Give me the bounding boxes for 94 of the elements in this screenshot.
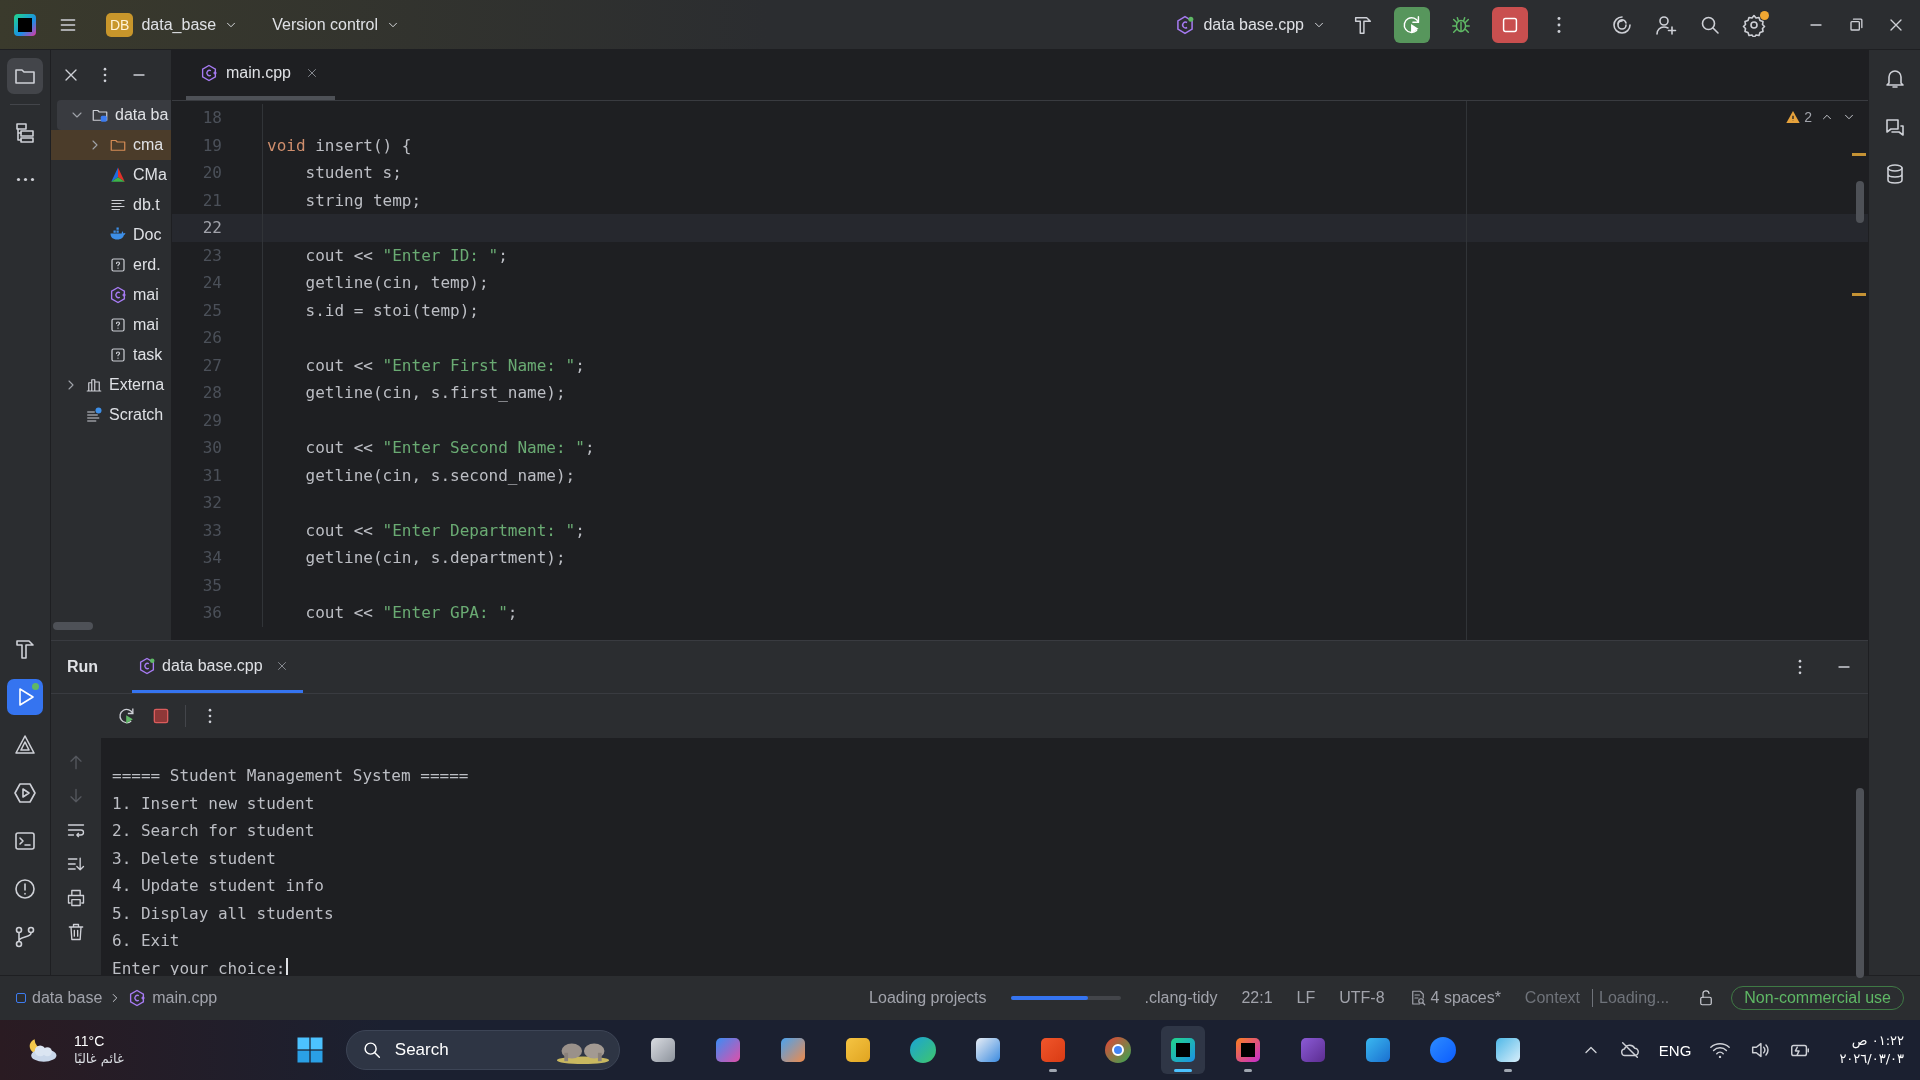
tree-item[interactable]: erd. [51,250,171,280]
console-line: 1. Insert new student [112,792,315,815]
scratch-icon [85,406,103,424]
run-panel-title: Run [67,658,99,676]
settings-icon[interactable] [1742,12,1766,37]
scrollbar-thumb[interactable] [1856,788,1864,978]
warning-count[interactable]: 2 [1785,109,1812,125]
cpp-file-icon [1175,14,1196,35]
code-line: cout << "Enter Department: "; [304,520,585,540]
progress-label: Loading projects [868,989,988,1007]
cpp-file-icon [138,656,157,675]
triangle-icon [13,733,37,757]
tree-item[interactable]: Doc [51,220,171,250]
stop-button[interactable] [1492,6,1528,43]
console-line: ===== Student Management System ===== [112,765,469,787]
more-icon [15,176,35,182]
status-item[interactable]: 22:1 [1229,989,1285,1007]
code-line: s.id = stoi(temp); [304,300,479,320]
tree-item[interactable]: Externa [51,370,171,400]
app-icon [1427,1035,1458,1065]
code-line: cout << "Enter Second Name: "; [304,438,595,458]
taskbar-app[interactable] [1160,1026,1205,1074]
terminal-icon [13,829,37,853]
rerun-icon[interactable] [117,706,137,726]
project-selector[interactable]: DB data_base [100,6,245,43]
code-line: student s; [304,163,402,183]
tree-item[interactable]: cma [51,130,171,160]
code-line: getline(cin, s.second_name); [304,465,576,485]
code-line: cout << "Enter ID: "; [304,245,508,265]
breadcrumb-item[interactable]: main.cpp [152,989,218,1007]
line-number: 22 [172,214,263,242]
console-line: 4. Update student info [112,875,324,897]
code-line: void insert() { [267,135,412,155]
tree-item[interactable]: data ba [57,100,171,130]
tree-item[interactable]: Scratch [51,400,171,430]
console-line: 2. Search for student [112,820,315,842]
tree-item[interactable]: task [51,340,171,370]
code-line: cout << "Enter GPA: "; [304,603,518,623]
clock-date[interactable]: ٢٠٢٦/٠٣/٠٣ [1839,1050,1904,1068]
problems-icon [13,877,37,901]
breadcrumb-item[interactable]: data base [32,989,103,1007]
cloud-off-icon[interactable] [1618,1039,1641,1061]
code-line: getline(cin, temp); [304,273,489,293]
app-logo[interactable] [14,13,36,36]
weather-condition[interactable]: غائم غالبًا [74,1050,124,1068]
code-line: getline(cin, s.department); [304,548,566,568]
status-item[interactable]: LF [1284,989,1328,1007]
tree-item[interactable]: db.t [51,190,171,220]
version-control-menu[interactable]: Version control [266,9,407,40]
print-icon[interactable] [66,888,86,908]
cpp-file-icon [200,64,218,82]
warning-marker[interactable] [1852,293,1866,296]
unknown-file-icon [109,256,127,274]
cpp-file-icon [109,286,127,304]
tree-item[interactable]: mai [51,310,171,340]
taskbar-search[interactable]: Search [345,1030,620,1070]
code-line: cout << "Enter First Name: "; [304,355,585,375]
unknown-file-icon [109,316,127,334]
library-icon [85,376,103,394]
rerun-button[interactable] [1394,6,1430,43]
tree-item[interactable]: mai [51,280,171,310]
console-line: 5. Display all students [112,902,334,925]
indent-setting[interactable]: 4 spaces* [1396,989,1513,1007]
app-icon [1102,1035,1133,1065]
code-line: string temp; [304,190,422,210]
language-indicator[interactable]: ENG [1658,1041,1692,1059]
status-item[interactable]: .clang-tidy [1132,989,1230,1007]
hammer-icon [13,637,37,661]
project-icon [16,993,26,1003]
status-dot [32,683,39,690]
trash-icon[interactable] [66,922,86,942]
structure-icon [13,121,37,145]
branch-icon [13,925,37,949]
status-item[interactable]: UTF-8 [1327,989,1397,1007]
stop-icon[interactable] [151,706,171,726]
app-icon [907,1035,938,1065]
toolwindow-project-button[interactable] [7,58,43,94]
tree-item[interactable]: CMa [51,160,171,190]
clock-time[interactable]: ٠١:٢٢ ص [1851,1032,1904,1050]
code-line: getline(cin, s.first_name); [304,383,566,403]
context-status: Loading... [1598,989,1671,1007]
scrollbar-thumb[interactable] [53,622,93,630]
unknown-file-icon [109,346,127,364]
cpp-file-icon [128,989,147,1007]
editor-tab[interactable]: main.cpp [186,50,335,100]
cmake-file-icon [109,166,127,184]
temperature[interactable]: 11°C [74,1032,124,1050]
services-icon [13,781,37,805]
toolwindow-run-button[interactable] [7,679,43,715]
warning-marker[interactable] [1852,153,1866,156]
scrollbar-thumb[interactable] [1856,181,1864,223]
run-configuration-selector[interactable]: data base.cpp [1169,8,1332,41]
console-line: 3. Delete student [112,847,276,870]
console-line: 6. Exit [112,930,180,952]
